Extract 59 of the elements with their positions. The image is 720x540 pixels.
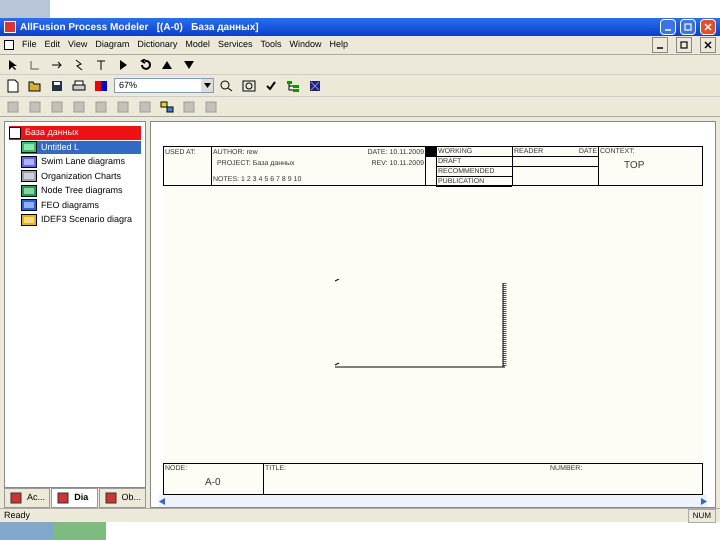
close-button[interactable] xyxy=(700,37,716,53)
diagram-icon xyxy=(21,141,37,154)
context-value: TOP xyxy=(623,158,646,172)
app-icon xyxy=(4,21,16,33)
status-text: Ready xyxy=(4,508,32,522)
menu-item[interactable]: Edit xyxy=(44,38,60,52)
menu-item[interactable]: Dictionary xyxy=(137,38,178,52)
square-icon xyxy=(6,100,20,114)
panel-tab[interactable]: Ac... xyxy=(4,488,50,508)
menu-item[interactable]: Services xyxy=(218,38,252,52)
diagram-icon xyxy=(21,156,37,168)
document-icon xyxy=(4,40,14,50)
tree-item[interactable]: Organization Charts xyxy=(21,170,141,183)
horizontal-scrollbar[interactable] xyxy=(159,495,707,507)
num-indicator: NUM xyxy=(688,508,716,522)
square-icon xyxy=(50,100,64,114)
background-block xyxy=(0,0,50,18)
model-icon xyxy=(9,126,21,139)
square-icon xyxy=(116,100,130,114)
square-icon xyxy=(204,100,218,114)
panel-tab[interactable]: Dia xyxy=(51,488,98,508)
menu-item[interactable]: Model xyxy=(185,38,210,52)
diagram-icon xyxy=(21,199,37,212)
scroll-right-icon[interactable] xyxy=(700,498,707,504)
diagram-icon xyxy=(21,170,37,182)
minimize-button[interactable] xyxy=(652,37,668,53)
square-icon xyxy=(94,100,108,114)
diagram-icon xyxy=(21,184,37,197)
window-title: AllFusion Process Modeler [(A-0) База данных] xyxy=(20,20,259,34)
tab-icon xyxy=(104,491,118,505)
menu-item[interactable]: File xyxy=(22,38,37,52)
tab-icon xyxy=(56,491,70,505)
node-value: A-0 xyxy=(204,476,222,490)
square-icon xyxy=(28,100,42,114)
diagram-icon xyxy=(21,214,37,226)
menu-item[interactable]: Tools xyxy=(260,38,282,52)
menu-item[interactable]: Help xyxy=(329,38,348,52)
menu-item[interactable]: Window xyxy=(289,38,322,52)
tree-item[interactable]: IDEF3 Scenario diagra xyxy=(21,213,141,226)
square-icon xyxy=(182,100,196,114)
tab-icon xyxy=(9,491,23,505)
maximize-icon xyxy=(684,23,692,31)
restore-button[interactable] xyxy=(676,37,692,53)
tree-item[interactable]: FEO diagrams xyxy=(21,198,141,212)
close-icon xyxy=(704,41,712,49)
tree-item[interactable]: База данных xyxy=(9,126,141,140)
maximize-button[interactable] xyxy=(680,19,696,35)
tree-item[interactable]: Node Tree diagrams xyxy=(21,184,141,198)
square-icon xyxy=(138,100,152,114)
maximize-icon xyxy=(680,41,688,49)
scroll-left-icon[interactable] xyxy=(159,498,166,504)
close-icon xyxy=(704,23,712,31)
tree-item[interactable]: Swim Lane diagrams xyxy=(21,155,141,168)
menu-item[interactable]: View xyxy=(68,38,88,52)
tree-item[interactable]: Untitled L xyxy=(21,140,141,154)
menu-item[interactable]: Diagram xyxy=(95,38,130,52)
panel-tab[interactable]: Ob... xyxy=(98,488,146,508)
zoom-dropdown[interactable]: 67% xyxy=(114,78,214,93)
square-icon xyxy=(72,100,86,114)
